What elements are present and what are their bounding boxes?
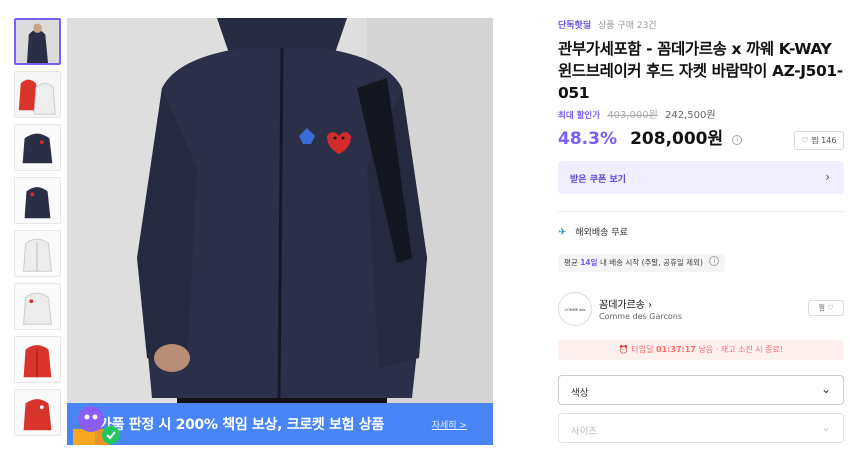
shipping-info: ✈ 해외배송 무료 xyxy=(558,225,628,238)
brand-name[interactable]: 꼼데가르송 › xyxy=(599,296,652,311)
heart-icon: ♡ xyxy=(801,136,809,145)
sale-price: 242,500원 xyxy=(665,110,716,121)
brand-section[interactable]: COMME des GARÇONS 꼼데가르송 › Comme des Garc… xyxy=(558,290,844,346)
chevron-right-icon: › xyxy=(825,170,830,184)
alarm-icon: ⏰ xyxy=(618,345,629,354)
original-price: 403,000원 xyxy=(607,110,658,121)
timedeal-banner: ⏰ 타임딜 01:37:17 남음 · 재고 소진 시 종료! xyxy=(558,340,844,360)
banner-more-link[interactable]: 자세히 > xyxy=(432,418,467,431)
color-select[interactable]: 색상 ⌄ xyxy=(558,375,844,405)
color-select-label: 색상 xyxy=(571,388,589,399)
brand-subtitle: Comme des Garcons xyxy=(599,312,682,321)
thumbnail[interactable] xyxy=(14,71,61,118)
shipping-label: 해외배송 무료 xyxy=(575,228,628,238)
thumbnail[interactable] xyxy=(14,283,61,330)
wish-count: 찜 146 xyxy=(811,136,837,145)
brand-follow-button[interactable]: 찜 ♡ xyxy=(808,300,844,316)
delivery-prefix: 평균 xyxy=(564,258,578,267)
delivery-estimate: 평균 14일 내 배송 시작 (주말, 공휴일 제외) i xyxy=(558,254,726,272)
deal-timer: 01:37:17 xyxy=(656,345,696,354)
deal-prefix: 타임딜 xyxy=(631,345,654,354)
thumbnail[interactable] xyxy=(14,389,61,436)
chevron-down-icon: ⌄ xyxy=(820,382,831,396)
divider xyxy=(558,211,844,212)
price-detail: 최대 할인가 403,000원 242,500원 xyxy=(558,106,716,121)
mascot-icon xyxy=(73,406,120,445)
thumbnail[interactable] xyxy=(14,230,61,277)
chevron-down-icon: ⌄ xyxy=(820,420,831,434)
sold-count: 상품 구매 23건 xyxy=(598,21,657,31)
thumbnail[interactable] xyxy=(14,177,61,224)
product-photo xyxy=(67,18,493,445)
deal-suffix: 남음 · 재고 소진 시 종료! xyxy=(698,345,784,354)
authenticity-banner[interactable]: 가품 판정 시 200% 책임 보상, 크로켓 보험 상품 자세히 > xyxy=(67,403,493,445)
coupon-label: 받은 쿠폰 보기 xyxy=(570,175,626,185)
tagline: 단독핫딜 상품 구매 23건 xyxy=(558,18,844,32)
thumbnail[interactable] xyxy=(14,336,61,383)
brand-logo: COMME des GARÇONS xyxy=(558,292,592,346)
info-icon[interactable]: i xyxy=(732,135,743,145)
size-select-label: 사이즈 xyxy=(571,426,598,437)
product-title: 관부가세포함 - 꼼데가르송 x 까웨 K-WAY 윈드브레이커 후드 자켓 바… xyxy=(558,40,843,102)
info-icon[interactable]: i xyxy=(709,256,720,266)
hotdeal-tag: 단독핫딜 xyxy=(558,21,592,31)
discount-rate: 48.3% xyxy=(558,129,617,149)
coupon-button[interactable]: 받은 쿠폰 보기 › xyxy=(558,161,844,194)
banner-text: 가품 판정 시 200% 책임 보상, 크로켓 보험 상품 xyxy=(99,417,384,433)
size-select[interactable]: 사이즈 ⌄ xyxy=(558,413,844,443)
product-info-panel: 단독핫딜 상품 구매 23건 관부가세포함 - 꼼데가르송 x 까웨 K-WAY… xyxy=(558,18,844,443)
thumbnail-list xyxy=(14,18,61,442)
product-main-image[interactable]: 가품 판정 시 200% 책임 보상, 크로켓 보험 상품 자세히 > xyxy=(67,18,493,445)
max-discount-label: 최대 할인가 xyxy=(558,111,601,121)
thumbnail[interactable] xyxy=(14,18,61,65)
plane-icon: ✈ xyxy=(558,227,567,238)
delivery-days: 14일 xyxy=(580,258,598,267)
delivery-suffix: 내 배송 시작 (주말, 공휴일 제외) xyxy=(599,258,703,267)
wish-button[interactable]: ♡ 찜 146 xyxy=(794,131,844,150)
thumbnail[interactable] xyxy=(14,124,61,171)
final-price: 208,000원 xyxy=(630,129,724,149)
